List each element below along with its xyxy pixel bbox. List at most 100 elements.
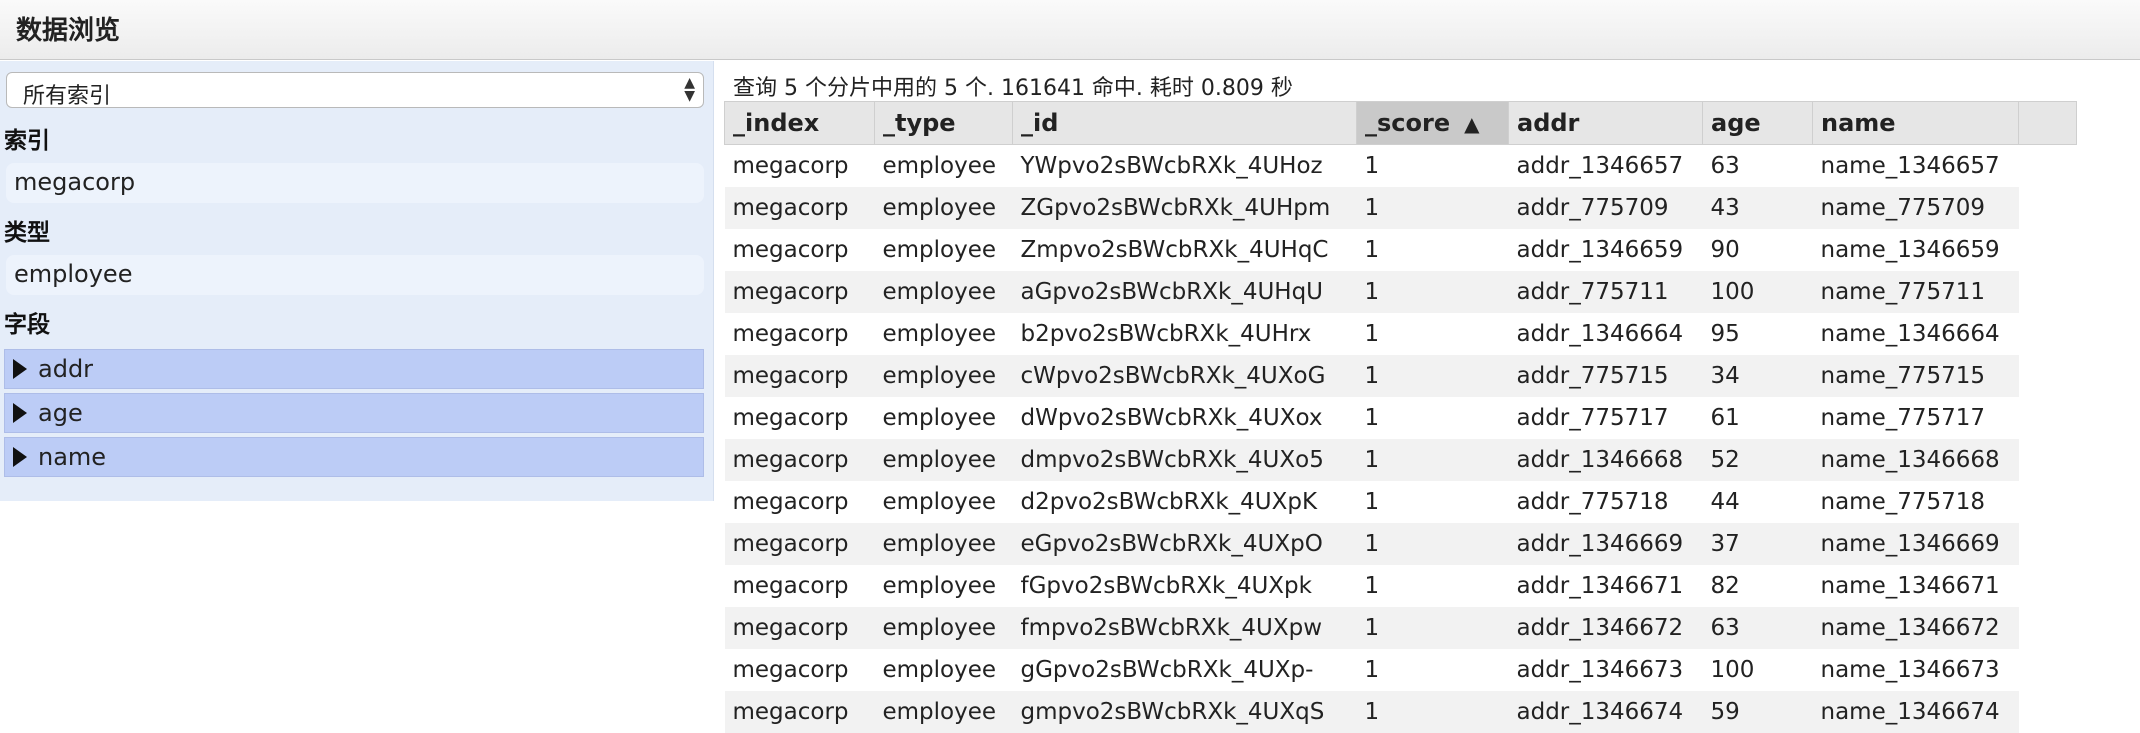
sort-ascending-icon: ▲ bbox=[1464, 112, 1479, 136]
index-select-value: 所有索引 bbox=[23, 78, 111, 110]
cell-score: 1 bbox=[1357, 145, 1509, 188]
table-row[interactable]: megacorpemployeed2pvo2sBWcbRXk_4UXpK1add… bbox=[725, 481, 2077, 523]
table-body: megacorpemployeeYWpvo2sBWcbRXk_4UHoz1add… bbox=[725, 145, 2077, 733]
table-row[interactable]: megacorpemployeeeGpvo2sBWcbRXk_4UXpO1add… bbox=[725, 523, 2077, 565]
cell-type: employee bbox=[875, 355, 1013, 397]
cell-index: megacorp bbox=[725, 481, 875, 523]
cell-index: megacorp bbox=[725, 397, 875, 439]
index-select[interactable]: 所有索引 ▲▼ bbox=[6, 72, 704, 108]
cell-age: 82 bbox=[1703, 565, 1813, 607]
cell-addr: addr_1346657 bbox=[1509, 145, 1703, 188]
index-item-megacorp[interactable]: megacorp bbox=[6, 163, 704, 203]
column-header-type[interactable]: _type bbox=[875, 102, 1013, 145]
cell-score: 1 bbox=[1357, 691, 1509, 733]
index-item-label: megacorp bbox=[14, 168, 135, 196]
cell-id: fmpvo2sBWcbRXk_4UXpw bbox=[1013, 607, 1357, 649]
cell-addr: addr_1346659 bbox=[1509, 229, 1703, 271]
table-row[interactable]: megacorpemployeefmpvo2sBWcbRXk_4UXpw1add… bbox=[725, 607, 2077, 649]
cell-name: name_1346672 bbox=[1813, 607, 2019, 649]
cell-type: employee bbox=[875, 187, 1013, 229]
cell-type: employee bbox=[875, 229, 1013, 271]
table-row[interactable]: megacorpemployeefGpvo2sBWcbRXk_4UXpk1add… bbox=[725, 565, 2077, 607]
table-row[interactable]: megacorpemployeeYWpvo2sBWcbRXk_4UHoz1add… bbox=[725, 145, 2077, 188]
column-header-age[interactable]: age bbox=[1703, 102, 1813, 145]
cell-addr: addr_775711 bbox=[1509, 271, 1703, 313]
field-row-age[interactable]: age bbox=[4, 393, 704, 433]
type-item-label: employee bbox=[14, 260, 132, 288]
cell-type: employee bbox=[875, 565, 1013, 607]
cell-type: employee bbox=[875, 145, 1013, 188]
cell-score: 1 bbox=[1357, 565, 1509, 607]
column-header-name[interactable]: name bbox=[1813, 102, 2019, 145]
cell-id: b2pvo2sBWcbRXk_4UHrx bbox=[1013, 313, 1357, 355]
cell-age: 100 bbox=[1703, 649, 1813, 691]
column-header-index[interactable]: _index bbox=[725, 102, 875, 145]
cell-id: fGpvo2sBWcbRXk_4UXpk bbox=[1013, 565, 1357, 607]
cell-id: YWpvo2sBWcbRXk_4UHoz bbox=[1013, 145, 1357, 188]
cell-type: employee bbox=[875, 271, 1013, 313]
cell-score: 1 bbox=[1357, 649, 1509, 691]
cell-age: 100 bbox=[1703, 271, 1813, 313]
cell-age: 63 bbox=[1703, 607, 1813, 649]
cell-index: megacorp bbox=[725, 649, 875, 691]
cell-id: aGpvo2sBWcbRXk_4UHqU bbox=[1013, 271, 1357, 313]
table-row[interactable]: megacorpemployeegGpvo2sBWcbRXk_4UXp-1add… bbox=[725, 649, 2077, 691]
cell-score: 1 bbox=[1357, 187, 1509, 229]
cell-type: employee bbox=[875, 649, 1013, 691]
cell-name: name_1346671 bbox=[1813, 565, 2019, 607]
cell-score: 1 bbox=[1357, 229, 1509, 271]
table-row[interactable]: megacorpemployeeZGpvo2sBWcbRXk_4UHpm1add… bbox=[725, 187, 2077, 229]
cell-addr: addr_775709 bbox=[1509, 187, 1703, 229]
column-header-score[interactable]: _score▲ bbox=[1357, 102, 1509, 145]
cell-index: megacorp bbox=[725, 313, 875, 355]
table-row[interactable]: megacorpemployeeb2pvo2sBWcbRXk_4UHrx1add… bbox=[725, 313, 2077, 355]
table-row[interactable]: megacorpemployeeaGpvo2sBWcbRXk_4UHqU1add… bbox=[725, 271, 2077, 313]
type-item-employee[interactable]: employee bbox=[6, 255, 704, 295]
cell-type: employee bbox=[875, 607, 1013, 649]
cell-score: 1 bbox=[1357, 481, 1509, 523]
sidebar: 所有索引 ▲▼ 索引 megacorp 类型 employee 字段 addr … bbox=[0, 61, 714, 501]
table-row[interactable]: megacorpemployeecWpvo2sBWcbRXk_4UXoG1add… bbox=[725, 355, 2077, 397]
cell-index: megacorp bbox=[725, 523, 875, 565]
field-label: name bbox=[38, 443, 106, 471]
field-row-addr[interactable]: addr bbox=[4, 349, 704, 389]
cell-score: 1 bbox=[1357, 439, 1509, 481]
cell-score: 1 bbox=[1357, 607, 1509, 649]
page-title: 数据浏览 bbox=[16, 10, 120, 47]
cell-name: name_1346659 bbox=[1813, 229, 2019, 271]
cell-index: megacorp bbox=[725, 187, 875, 229]
field-label: age bbox=[38, 399, 83, 427]
cell-name: name_1346674 bbox=[1813, 691, 2019, 733]
cell-index: megacorp bbox=[725, 229, 875, 271]
cell-name: name_775711 bbox=[1813, 271, 2019, 313]
table-header-row: _index _type _id _score▲ addr age name bbox=[725, 102, 2077, 145]
cell-age: 63 bbox=[1703, 145, 1813, 188]
cell-id: dWpvo2sBWcbRXk_4UXox bbox=[1013, 397, 1357, 439]
column-header-addr[interactable]: addr bbox=[1509, 102, 1703, 145]
table-row[interactable]: megacorpemployeedmpvo2sBWcbRXk_4UXo51add… bbox=[725, 439, 2077, 481]
cell-name: name_775717 bbox=[1813, 397, 2019, 439]
cell-score: 1 bbox=[1357, 523, 1509, 565]
cell-index: megacorp bbox=[725, 355, 875, 397]
cell-type: employee bbox=[875, 481, 1013, 523]
cell-addr: addr_1346672 bbox=[1509, 607, 1703, 649]
table-row[interactable]: megacorpemployeegmpvo2sBWcbRXk_4UXqS1add… bbox=[725, 691, 2077, 733]
cell-type: employee bbox=[875, 397, 1013, 439]
field-row-name[interactable]: name bbox=[4, 437, 704, 477]
cell-id: cWpvo2sBWcbRXk_4UXoG bbox=[1013, 355, 1357, 397]
cell-index: megacorp bbox=[725, 271, 875, 313]
app-header: 数据浏览 bbox=[0, 0, 2140, 60]
table-row[interactable]: megacorpemployeeZmpvo2sBWcbRXk_4UHqC1add… bbox=[725, 229, 2077, 271]
cell-index: megacorp bbox=[725, 607, 875, 649]
table-row[interactable]: megacorpemployeedWpvo2sBWcbRXk_4UXox1add… bbox=[725, 397, 2077, 439]
cell-addr: addr_775718 bbox=[1509, 481, 1703, 523]
expand-triangle-icon bbox=[13, 447, 27, 467]
fields-section-label: 字段 bbox=[4, 305, 50, 339]
cell-id: eGpvo2sBWcbRXk_4UXpO bbox=[1013, 523, 1357, 565]
column-header-id[interactable]: _id bbox=[1013, 102, 1357, 145]
cell-age: 43 bbox=[1703, 187, 1813, 229]
cell-name: name_775718 bbox=[1813, 481, 2019, 523]
cell-addr: addr_1346668 bbox=[1509, 439, 1703, 481]
cell-type: employee bbox=[875, 313, 1013, 355]
cell-type: employee bbox=[875, 439, 1013, 481]
